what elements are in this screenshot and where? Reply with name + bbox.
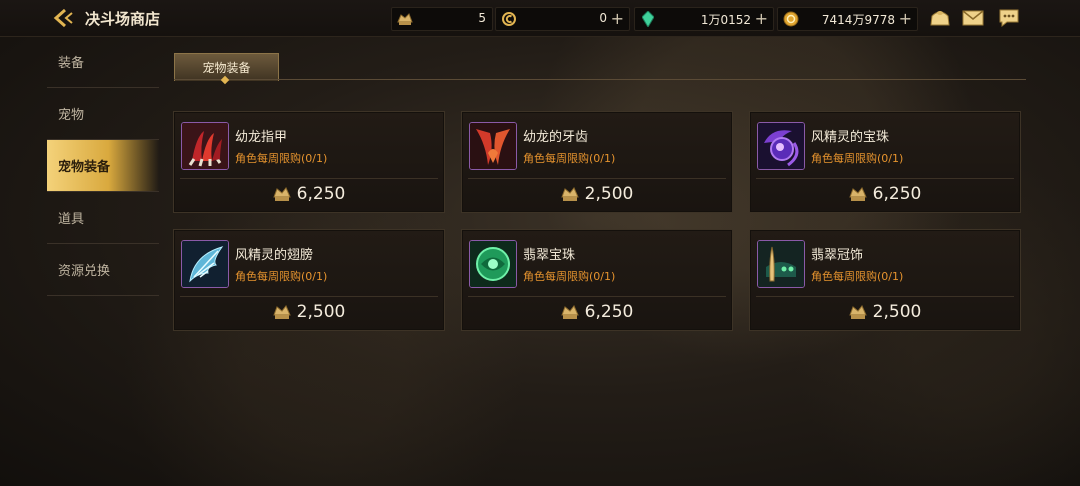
item-price: 2,500: [174, 302, 444, 322]
sidebar-item-label: 道具: [58, 212, 85, 227]
shop-bag-button[interactable]: [928, 7, 952, 29]
arena-coin-icon: [397, 11, 413, 27]
dragon-claw-icon: [181, 122, 229, 170]
resource-gold-coin: 7414万9778 +: [777, 7, 918, 31]
tab-divider: [174, 79, 1026, 80]
item-name: 翡翠宝珠: [523, 248, 576, 263]
sidebar-item-resource-exchange[interactable]: 资源兑换: [47, 244, 159, 296]
arena-coin-icon: [848, 186, 867, 202]
item-price: 2,500: [750, 302, 1020, 322]
wind-spirit-wing-icon: [181, 240, 229, 288]
tab-label: 宠物装备: [202, 61, 251, 75]
emerald-crown-icon: [757, 240, 805, 288]
add-c-currency-button[interactable]: +: [611, 9, 624, 28]
arena-coin-icon: [272, 186, 291, 202]
sidebar-item-equipment[interactable]: 装备: [47, 36, 159, 88]
purchase-limit: 角色每周限购(0/1): [811, 152, 904, 165]
wind-spirit-orb-icon: [757, 122, 805, 170]
card-divider: [180, 296, 438, 297]
add-gold-button[interactable]: +: [899, 9, 912, 28]
resource-c-currency: 0 +: [495, 7, 630, 31]
item-price: 6,250: [174, 184, 444, 204]
resource-value: 1万0152: [700, 13, 751, 27]
sidebar-item-label: 装备: [58, 56, 85, 71]
gold-coin-icon: [783, 11, 799, 27]
sidebar-item-label: 宠物: [58, 108, 85, 123]
back-button[interactable]: [52, 7, 76, 29]
price-value: 6,250: [296, 184, 346, 204]
arena-coin-icon: [272, 304, 291, 320]
item-price: 2,500: [462, 184, 732, 204]
category-sidebar: 装备 宠物 宠物装备 道具 资源兑换: [47, 36, 159, 296]
arena-coin-icon: [848, 304, 867, 320]
resource-green-crystal: 1万0152 +: [634, 7, 774, 31]
price-value: 2,500: [872, 302, 922, 322]
purchase-limit: 角色每周限购(0/1): [235, 152, 328, 165]
arena-coin-icon: [560, 304, 579, 320]
resource-value: 5: [478, 11, 486, 25]
price-value: 6,250: [584, 302, 634, 322]
item-price: 6,250: [750, 184, 1020, 204]
mail-button[interactable]: [961, 7, 985, 29]
green-crystal-icon: [640, 11, 656, 27]
add-crystal-button[interactable]: +: [755, 9, 768, 28]
card-divider: [180, 178, 438, 179]
sidebar-item-pet[interactable]: 宠物: [47, 88, 159, 140]
item-name: 翡翠冠饰: [811, 248, 864, 263]
card-divider: [756, 296, 1014, 297]
item-name: 风精灵的宝珠: [811, 130, 890, 145]
price-value: 6,250: [872, 184, 922, 204]
item-price: 6,250: [462, 302, 732, 322]
back-arrow-icon: [53, 8, 73, 28]
c-currency-icon: [501, 11, 517, 27]
sidebar-item-label: 宠物装备: [58, 160, 111, 175]
sidebar-item-label: 资源兑换: [58, 264, 111, 279]
shop-item-card[interactable]: 幼龙指甲 角色每周限购(0/1) 6,250: [173, 111, 445, 213]
emerald-orb-icon: [469, 240, 517, 288]
item-name: 风精灵的翅膀: [235, 248, 314, 263]
chat-button[interactable]: [997, 7, 1021, 29]
purchase-limit: 角色每周限购(0/1): [523, 270, 616, 283]
shop-item-card[interactable]: 风精灵的翅膀 角色每周限购(0/1) 2,500: [173, 229, 445, 331]
item-name: 幼龙指甲: [235, 130, 288, 145]
purchase-limit: 角色每周限购(0/1): [811, 270, 904, 283]
sidebar-item-props[interactable]: 道具: [47, 192, 159, 244]
price-value: 2,500: [584, 184, 634, 204]
price-value: 2,500: [296, 302, 346, 322]
chat-icon: [999, 9, 1019, 28]
sidebar-item-pet-equipment[interactable]: 宠物装备: [47, 140, 159, 192]
shop-item-card[interactable]: 翡翠宝珠 角色每周限购(0/1) 6,250: [461, 229, 733, 331]
item-name: 幼龙的牙齿: [523, 130, 589, 145]
card-divider: [468, 178, 726, 179]
arena-coin-icon: [560, 186, 579, 202]
shop-bag-icon: [930, 11, 950, 26]
resource-arena-coin: 5: [391, 7, 493, 31]
purchase-limit: 角色每周限购(0/1): [523, 152, 616, 165]
shop-item-card[interactable]: 翡翠冠饰 角色每周限购(0/1) 2,500: [749, 229, 1021, 331]
dragon-fang-icon: [469, 122, 517, 170]
purchase-limit: 角色每周限购(0/1): [235, 270, 328, 283]
resource-value: 0: [599, 11, 607, 25]
resource-value: 7414万9778: [821, 13, 895, 27]
top-bar: 决斗场商店 5 0 + 1万0152 + 7414万9778 +: [0, 0, 1080, 37]
card-divider: [756, 178, 1014, 179]
card-divider: [468, 296, 726, 297]
page-title: 决斗场商店: [85, 10, 161, 28]
mail-icon: [962, 10, 984, 26]
shop-item-card[interactable]: 风精灵的宝珠 角色每周限购(0/1) 6,250: [749, 111, 1021, 213]
shop-item-card[interactable]: 幼龙的牙齿 角色每周限购(0/1) 2,500: [461, 111, 733, 213]
